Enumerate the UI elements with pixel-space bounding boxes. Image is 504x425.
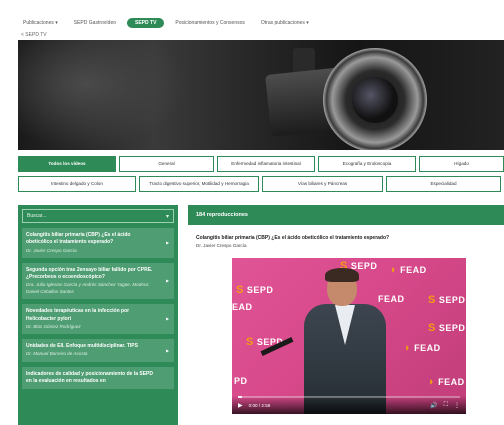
video-item-title: Novedades terapéuticas en la infección p…: [26, 308, 130, 322]
video-item-title: Indicadores de calidad y posicionamiento…: [26, 370, 153, 385]
filter-eii[interactable]: Enfermedad inflamatoria intestinal: [217, 156, 315, 172]
video-item-author: Dra. Julio Iglesias García y Andrés Sánc…: [26, 282, 150, 294]
video-item-title: Unidades de EII. Enfoque multidisciplina…: [26, 343, 138, 350]
video-author: Dr. Javier Crespo García: [196, 243, 247, 248]
filter-ecografia[interactable]: Ecografía y Endoscopia: [318, 156, 416, 172]
video-list-item[interactable]: Unidades de EII. Enfoque multidisciplina…: [22, 339, 174, 362]
video-list-item[interactable]: Colangitis biliar primaria (CBP) ¿Es el …: [22, 228, 174, 258]
nav-sepd-tv[interactable]: SEPD TV: [127, 18, 165, 28]
video-item-title: Segunda opción tras 2ensayo biliar falli…: [26, 266, 153, 281]
chevron-right-icon: ▸: [165, 278, 169, 285]
video-title: Colangitis biliar primaria (CBP) ¿Es el …: [196, 235, 390, 241]
filter-especialidad[interactable]: Especialidad: [386, 176, 501, 192]
views-count: 184 reproducciones: [196, 212, 248, 218]
nav-otras-publicaciones[interactable]: Otras publicaciones ▾: [256, 18, 314, 28]
more-icon[interactable]: ⋮: [454, 402, 460, 409]
video-list-item[interactable]: Indicadores de calidad y posicionamiento…: [22, 366, 174, 390]
search-input[interactable]: Buscar... ▾: [22, 209, 174, 223]
filter-higado[interactable]: Hígado: [419, 156, 504, 172]
sepd-logo: S SEPD: [428, 322, 466, 334]
nav-gastrovideo[interactable]: SEPD Gastrovídeo: [69, 18, 121, 28]
sepd-logo: S SEPD: [428, 294, 466, 306]
fead-logo: ◗ FEAD: [404, 342, 441, 354]
nav-posicionamientos[interactable]: Posicionamientos y Consensos: [170, 18, 249, 28]
top-nav: Publicaciones ▾ SEPD Gastrovídeo SEPD TV…: [18, 16, 504, 30]
search-placeholder: Buscar...: [27, 213, 47, 219]
video-list-item[interactable]: Novedades terapéuticas en la infección p…: [22, 304, 174, 335]
video-list-item[interactable]: Segunda opción tras 2ensayo biliar falli…: [22, 262, 174, 300]
filter-tracto-superior[interactable]: Tracto digestivo superior, Motilidad y H…: [139, 176, 259, 192]
video-time: 0:00 / 2:58: [248, 402, 271, 408]
speaker-hair: [325, 268, 359, 282]
nav-publicaciones[interactable]: Publicaciones ▾: [18, 18, 63, 28]
breadcrumb[interactable]: < SEPD TV: [21, 32, 47, 38]
video-player[interactable]: S SEPD ◗ FEAD S SEPD FEAD S SEPD S SEPD …: [232, 258, 466, 414]
video-item-author: Dr. Manuel Barreiro de Acosta: [26, 351, 88, 357]
fead-logo: ◗ FEAD: [390, 264, 427, 276]
views-bar: 184 reproducciones: [188, 205, 504, 225]
sepd-logo: PD: [234, 376, 248, 386]
hero-banner: [18, 40, 504, 150]
player-controls: ▶ 0:00 / 2:58 🔊 ⛶ ⋮: [232, 396, 466, 414]
filter-todos[interactable]: Todos los vídeos: [18, 156, 116, 172]
chevron-right-icon: ▸: [165, 240, 169, 247]
fead-logo: EAD: [232, 302, 253, 312]
play-icon[interactable]: ▶: [238, 402, 243, 409]
filter-intestino[interactable]: Intestino delgado y Colon: [18, 176, 136, 192]
filter-vias-biliares[interactable]: Vías biliares y Páncreas: [262, 176, 383, 192]
fullscreen-icon[interactable]: ⛶: [444, 402, 448, 409]
video-item-author: Dr. Blas Gómez Rodríguez: [26, 323, 81, 329]
video-list-sidebar: Buscar... ▾ Colangitis biliar primaria (…: [18, 205, 178, 425]
filter-row-2: Intestino delgado y Colon Tracto digesti…: [18, 176, 504, 192]
video-item-author: Dr. Javier Crespo García: [26, 247, 77, 253]
category-filters: Todos los vídeos General Enfermedad infl…: [18, 156, 504, 196]
chevron-right-icon: ▸: [165, 316, 169, 323]
chevron-down-icon: ▾: [165, 213, 169, 220]
volume-icon[interactable]: 🔊: [430, 402, 437, 409]
hero-glow: [18, 40, 188, 150]
filter-general[interactable]: General: [119, 156, 214, 172]
fead-logo: ◗ FEAD: [428, 376, 465, 388]
camera-lens-glass: [352, 77, 398, 123]
main-content: 184 reproducciones Colangitis biliar pri…: [188, 205, 504, 425]
sepd-logo: S SEPD: [236, 284, 274, 296]
fead-logo: FEAD: [378, 294, 405, 304]
video-item-title: Colangitis biliar primaria (CBP) ¿Es el …: [26, 232, 131, 246]
filter-row-1: Todos los vídeos General Enfermedad infl…: [18, 156, 504, 172]
chevron-right-icon: ▸: [165, 348, 169, 355]
